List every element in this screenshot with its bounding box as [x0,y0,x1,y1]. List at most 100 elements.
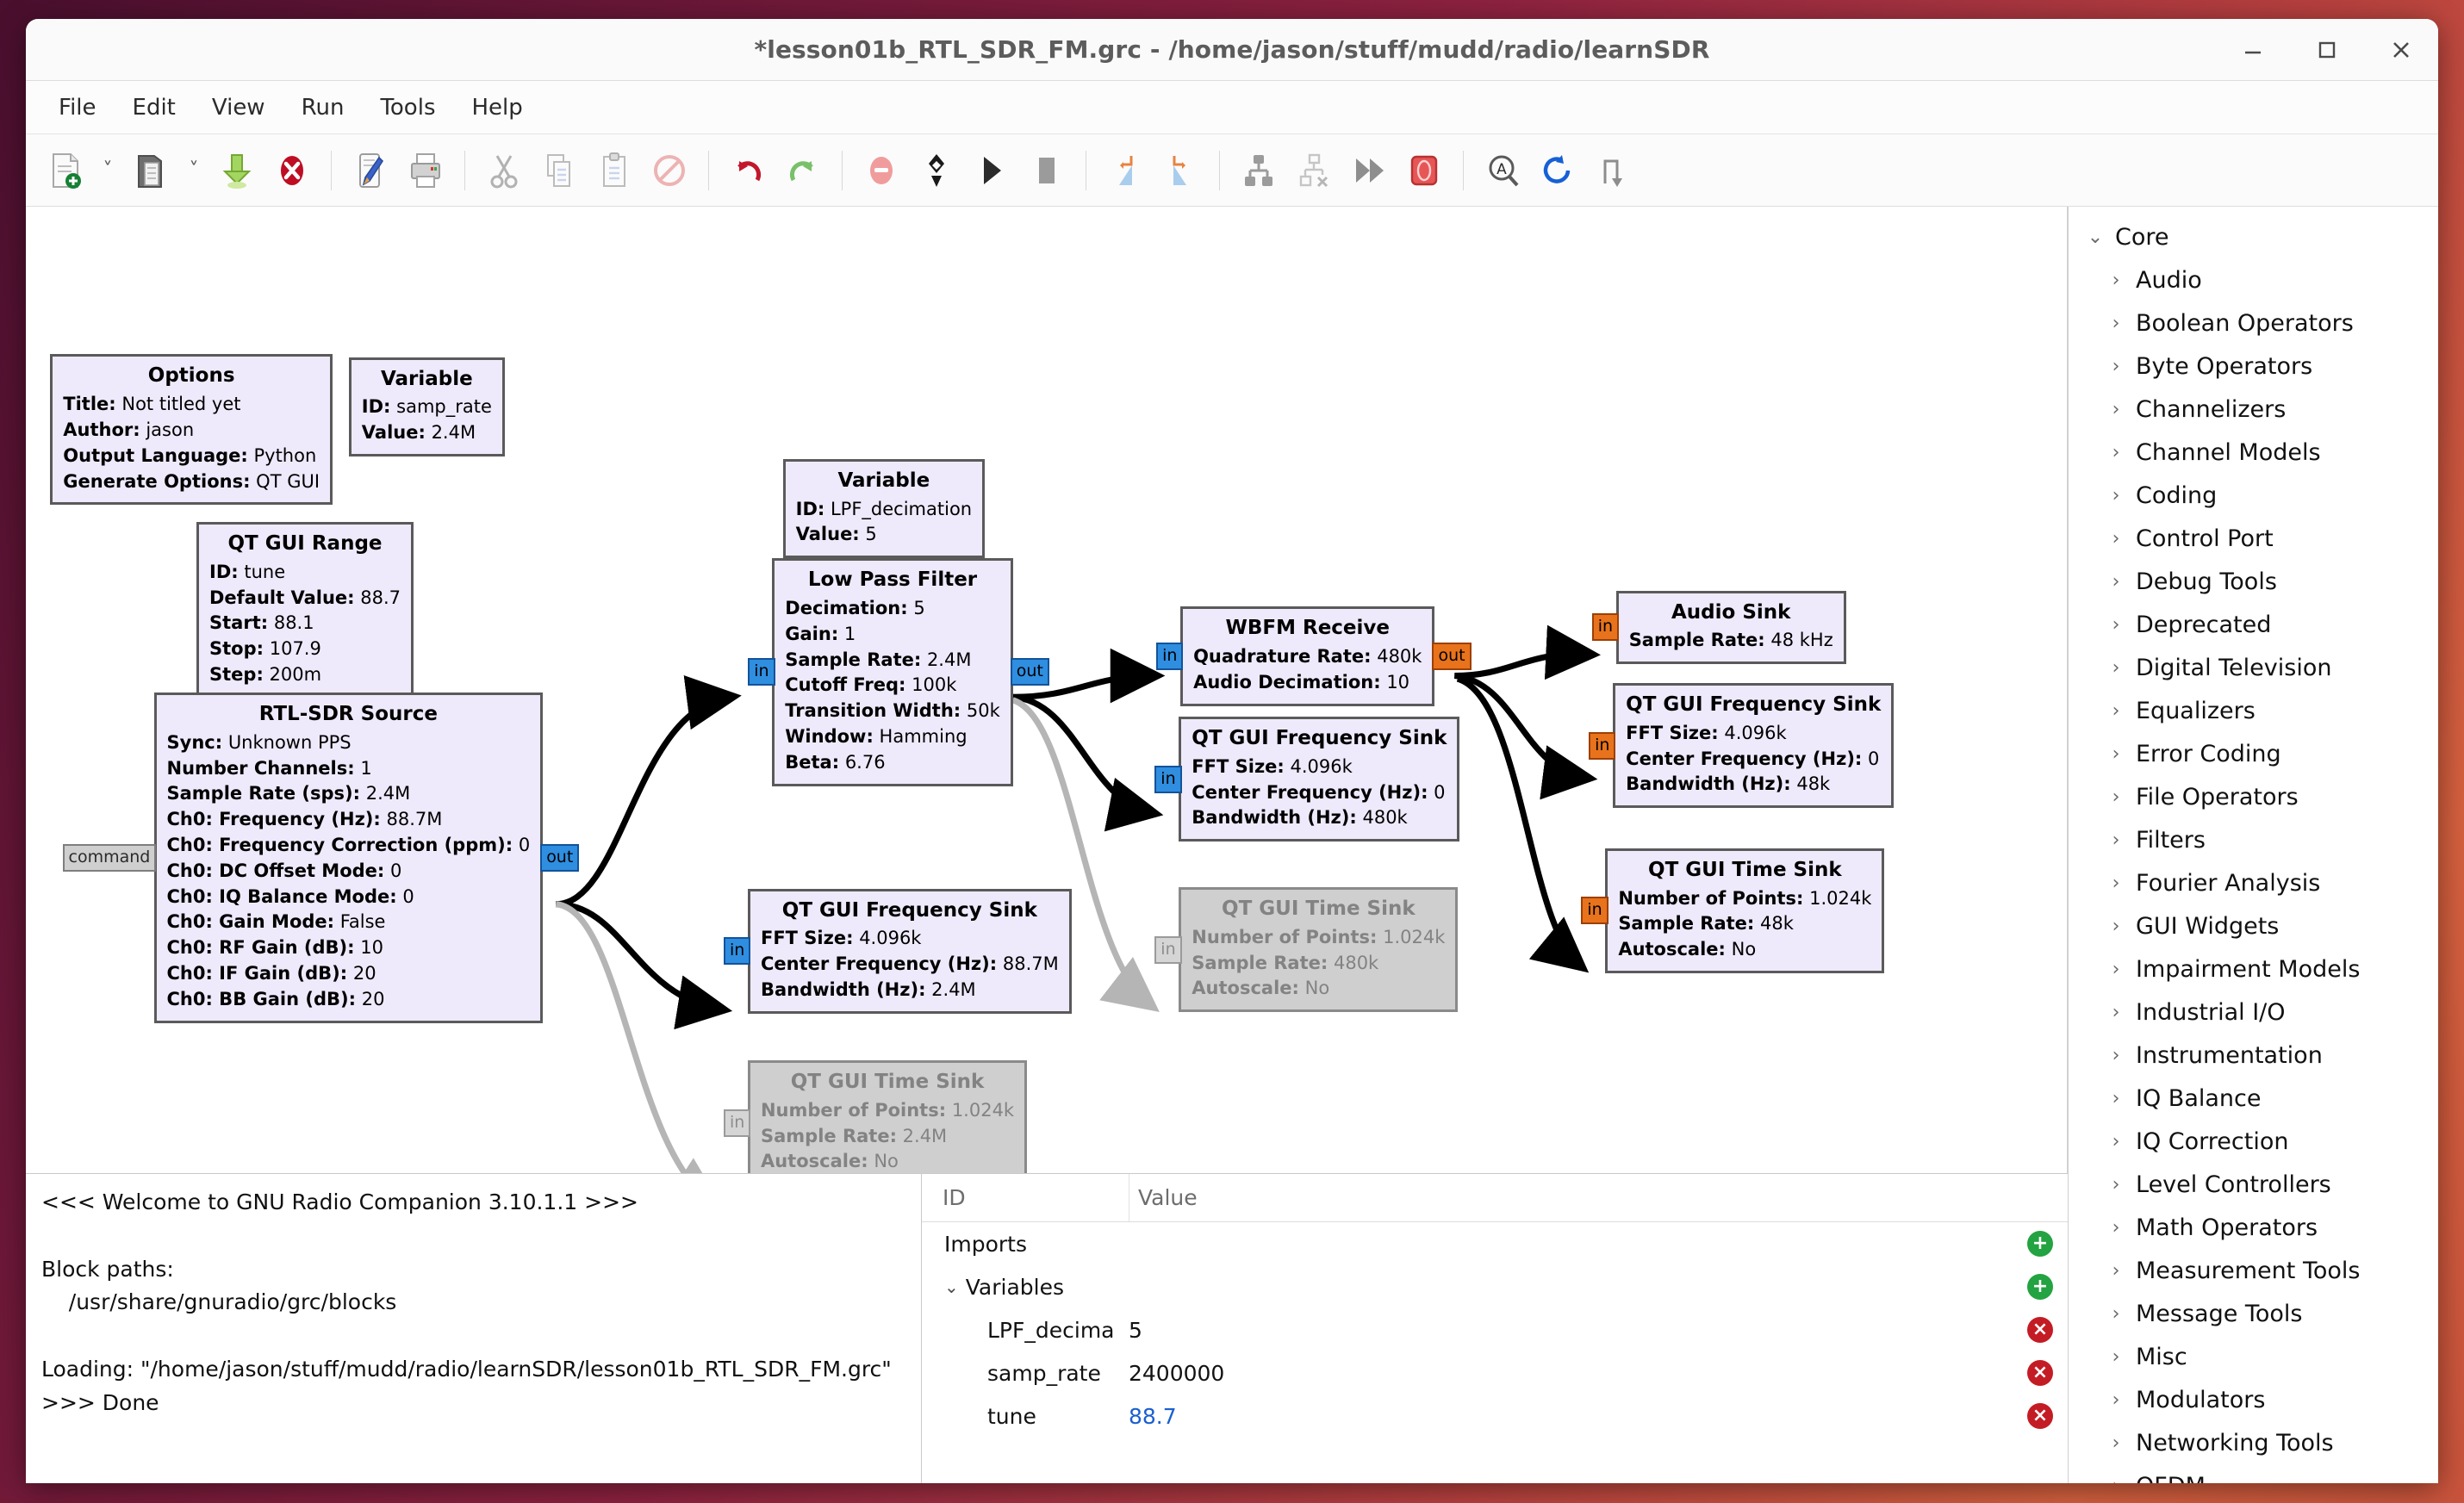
time-sink-demod-in-port[interactable]: in [1154,935,1182,964]
qt-gui-frequency-sink-audio-block[interactable]: QT GUI Frequency Sink FFT Size: 4.096k Cen… [1613,683,1895,809]
block-tree-item-filters[interactable]: › Filters [2069,818,2438,861]
audio-sink-in-port[interactable]: in [1591,613,1620,642]
lpf-in-port[interactable]: in [748,658,775,686]
add-variable-icon[interactable]: + [2027,1274,2053,1300]
chevron-right-icon[interactable]: › [2096,743,2136,765]
chevron-right-icon[interactable]: › [2096,313,2136,334]
block-tree-item-channel-models[interactable]: › Channel Models [2069,431,2438,474]
variable-samp-rate-block[interactable]: Variable ID: samp_rate Value: 2.4M [348,357,505,456]
save-icon[interactable] [210,144,264,197]
chevron-right-icon[interactable]: › [2096,571,2136,593]
variables-row-value[interactable]: 88.7 [1129,1404,2013,1429]
block-tree-item-channelizers[interactable]: › Channelizers [2069,388,2438,431]
edit-properties-icon[interactable] [344,144,397,197]
variables-row[interactable]: ⌄ Variables + [922,1265,2068,1308]
time-sink-audio-in-port[interactable]: in [1581,897,1608,925]
enable-icon[interactable] [1232,144,1285,197]
chevron-right-icon[interactable]: › [2096,1303,2136,1325]
block-tree-item-networking-tools[interactable]: › Networking Tools [2069,1421,2438,1464]
qt-gui-range-block[interactable]: QT GUI Range ID: tune Default Value: 88.7 S… [196,522,414,699]
add-variable-icon[interactable]: + [2027,1231,2053,1257]
reload-icon[interactable] [1531,144,1584,197]
chevron-right-icon[interactable]: › [2096,485,2136,506]
menu-edit[interactable]: Edit [119,90,190,126]
chevron-right-icon[interactable]: › [2096,1174,2136,1196]
qt-gui-frequency-sink-demod-block[interactable]: QT GUI Frequency Sink FFT Size: 4.096k Cen… [1179,717,1460,842]
freq-sink-rf-in-port[interactable]: in [723,937,751,966]
execute-icon[interactable] [965,144,1018,197]
chevron-right-icon[interactable]: › [2096,1131,2136,1152]
rtl-sdr-out-port[interactable]: out [540,843,580,872]
bypass-icon[interactable] [1342,144,1396,197]
flowgraph-canvas[interactable]: Options Title: Not titled yet Author: jaso… [26,207,2068,1173]
menu-file[interactable]: File [45,90,110,126]
chevron-right-icon[interactable]: › [2096,1002,2136,1023]
rtl-sdr-source-block[interactable]: RTL-SDR Source Sync: Unknown PPS Number Ch… [153,692,544,1023]
rotate-right-icon[interactable] [1154,144,1207,197]
block-tree-item-control-port[interactable]: › Control Port [2069,517,2438,560]
chevron-right-icon[interactable]: › [2096,873,2136,894]
block-tree-item-audio[interactable]: › Audio [2069,258,2438,301]
block-tree-item-digital-television[interactable]: › Digital Television [2069,646,2438,689]
block-tree-item-error-coding[interactable]: › Error Coding [2069,732,2438,775]
chevron-right-icon[interactable]: › [2096,1260,2136,1282]
block-tree-item-coding[interactable]: › Coding [2069,474,2438,517]
console-output[interactable]: <<< Welcome to GNU Radio Companion 3.10.… [26,1174,922,1483]
undo-icon[interactable] [721,144,775,197]
audio-sink-block[interactable]: Audio Sink Sample Rate: 48 kHz [1615,590,1846,665]
open-file-icon[interactable] [124,144,177,197]
variables-row-value[interactable]: 5 [1129,1318,2013,1343]
block-tree-item-industrial-i-o[interactable]: › Industrial I/O [2069,991,2438,1034]
variables-row[interactable]: Imports + [922,1222,2068,1265]
menu-view[interactable]: View [198,90,279,126]
errors-icon[interactable] [855,144,908,197]
block-tree-item-math-operators[interactable]: › Math Operators [2069,1206,2438,1249]
more-icon[interactable] [1586,144,1640,197]
chevron-right-icon[interactable]: › [2096,614,2136,636]
block-tree-item-misc[interactable]: › Misc [2069,1335,2438,1378]
block-tree-item-iq-balance[interactable]: › IQ Balance [2069,1077,2438,1120]
block-tree-item-deprecated[interactable]: › Deprecated [2069,603,2438,646]
chevron-right-icon[interactable]: › [2096,829,2136,851]
block-tree-item-file-operators[interactable]: › File Operators [2069,775,2438,818]
chevron-right-icon[interactable]: › [2096,1475,2136,1484]
close-button[interactable] [2386,35,2416,65]
block-tree-panel[interactable]: ⌄ Core › Audio › Boolean Operators › Byte Opera… [2068,207,2438,1483]
chevron-right-icon[interactable]: › [2096,1346,2136,1368]
qt-gui-time-sink-audio-block[interactable]: QT GUI Time Sink Number of Points: 1.024k… [1605,848,1885,973]
block-tree-item-instrumentation[interactable]: › Instrumentation [2069,1034,2438,1077]
freq-sink-demod-in-port[interactable]: in [1154,765,1182,793]
rotate-left-icon[interactable] [1098,144,1152,197]
chevron-right-icon[interactable]: › [2096,1217,2136,1239]
variables-row[interactable]: LPF_decima 5 × [922,1308,2068,1351]
qt-gui-frequency-sink-rf-block[interactable]: QT GUI Frequency Sink FFT Size: 4.096k Cen… [747,888,1072,1014]
options-block[interactable]: Options Title: Not titled yet Author: jaso… [50,354,333,506]
redo-icon[interactable] [776,144,830,197]
low-pass-filter-block[interactable]: Low Pass Filter Decimation: 5 Gain: 1 Sampl… [772,558,1013,786]
chevron-right-icon[interactable]: › [2096,1045,2136,1066]
block-tree-item-iq-correction[interactable]: › IQ Correction [2069,1120,2438,1163]
rtl-sdr-command-port[interactable]: command [62,843,157,872]
chevron-right-icon[interactable]: › [2096,657,2136,679]
chevron-right-icon[interactable]: › [2096,528,2136,550]
block-tree-item-level-controllers[interactable]: › Level Controllers [2069,1163,2438,1206]
variables-row-value[interactable]: 2400000 [1129,1361,2013,1386]
block-tree-item-boolean-operators[interactable]: › Boolean Operators [2069,301,2438,345]
delete-variable-icon[interactable]: × [2027,1360,2053,1386]
zoom-fit-icon[interactable]: A [1476,144,1529,197]
chevron-right-icon[interactable]: › [2096,959,2136,980]
chevron-right-icon[interactable]: › [2096,399,2136,420]
new-file-dropdown-icon[interactable]: ˅ [93,144,122,197]
menu-help[interactable]: Help [458,90,537,126]
block-tree-item-impairment-models[interactable]: › Impairment Models [2069,947,2438,991]
variables-row[interactable]: tune 88.7 × [922,1394,2068,1438]
delete-variable-icon[interactable]: × [2027,1317,2053,1343]
chevron-right-icon[interactable]: › [2096,916,2136,937]
wbfm-receive-block[interactable]: WBFM Receive Quadrature Rate: 480k Audio D… [1180,606,1435,706]
open-file-dropdown-icon[interactable]: ˅ [179,144,208,197]
chevron-right-icon[interactable]: › [2096,356,2136,377]
block-tree-item-ofdm[interactable]: ›OFDM [2069,1464,2438,1484]
freq-sink-audio-in-port[interactable]: in [1589,731,1616,760]
block-tree-item-debug-tools[interactable]: › Debug Tools [2069,560,2438,603]
chevron-down-icon[interactable]: ⌄ [2075,227,2115,248]
